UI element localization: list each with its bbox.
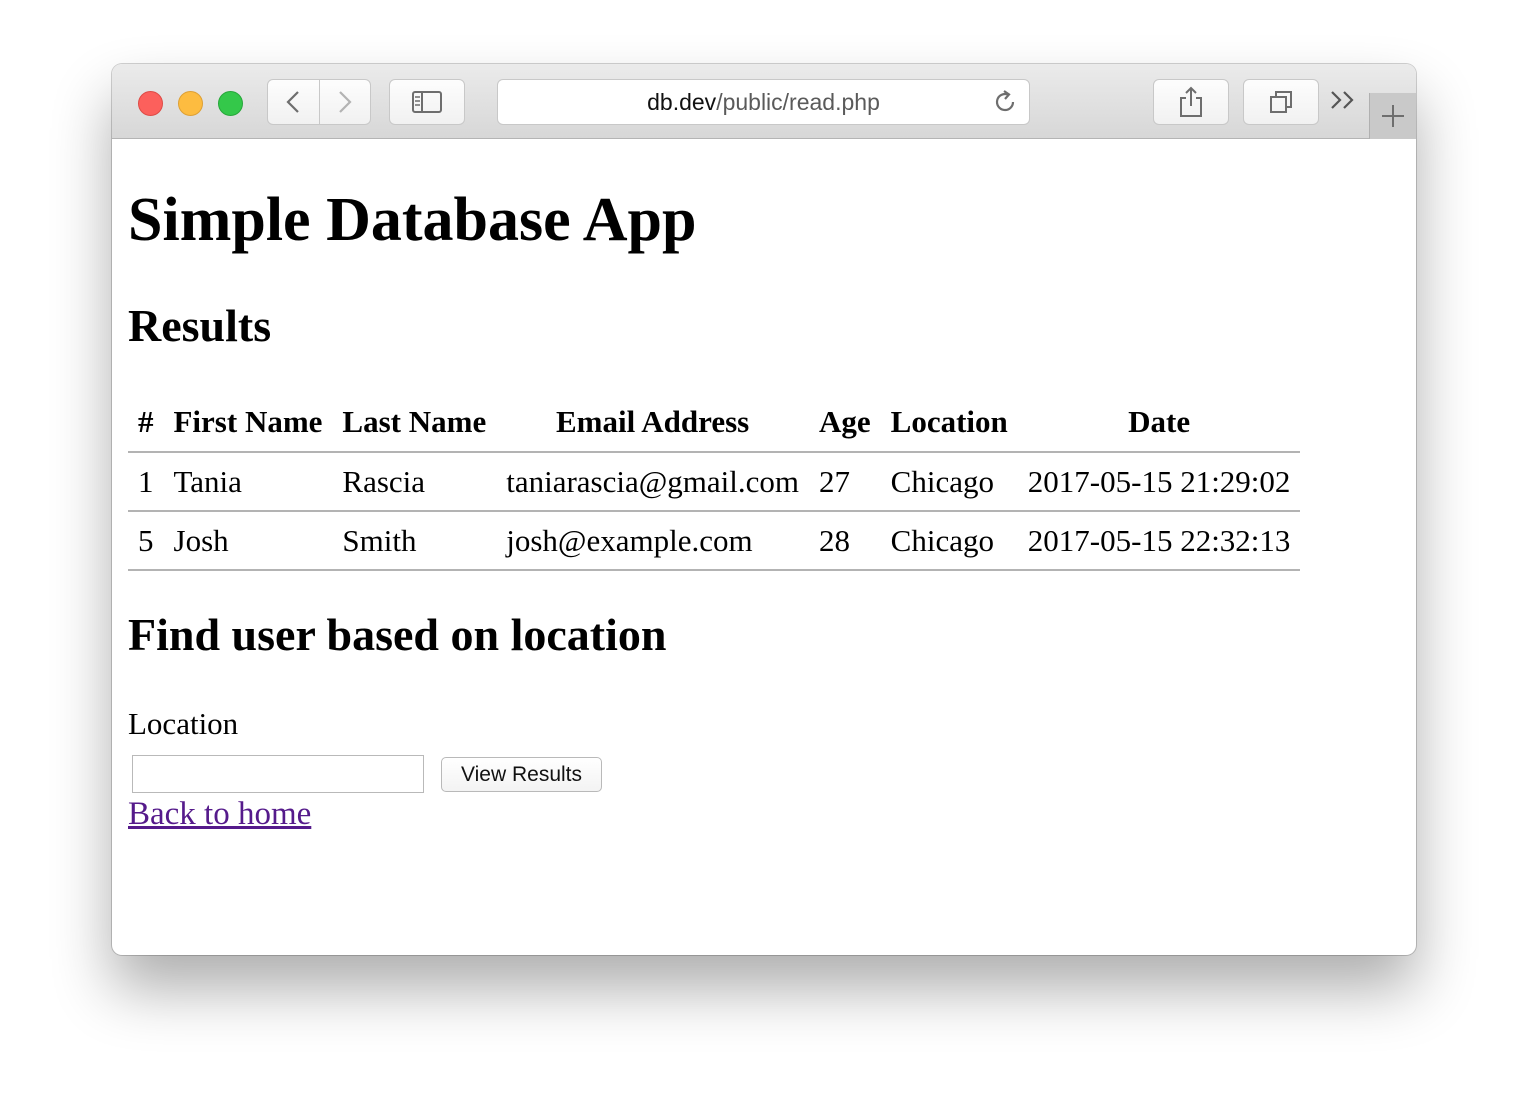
close-window-button[interactable] [138,91,163,116]
page-title: Simple Database App [128,186,697,254]
cell-last-name: Smith [332,511,497,571]
table-row: 1 Tania Rascia taniarascia@gmail.com 27 … [128,452,1301,512]
zoom-window-button[interactable] [218,91,243,116]
table-row: 5 Josh Smith josh@example.com 28 Chicago… [128,511,1301,571]
cell-location: Chicago [880,511,1018,571]
url-host: db.dev [647,89,717,115]
address-bar[interactable]: db.dev/public/read.php [497,79,1030,125]
column-header-id: # [128,393,164,453]
table-header-row: # First Name Last Name Email Address Age… [128,393,1301,453]
forward-button[interactable] [318,80,371,124]
cell-email: taniarascia@gmail.com [496,452,810,512]
column-header-email: Email Address [496,393,810,453]
find-user-heading: Find user based on location [128,609,667,660]
share-button[interactable] [1153,79,1229,125]
cell-last-name: Rascia [332,452,497,512]
double-chevron-right-icon[interactable] [1329,88,1357,112]
location-label: Location [128,706,239,741]
url-text: db.dev/public/read.php [498,89,1029,116]
back-to-home-link[interactable]: Back to home [128,796,311,833]
cell-id: 5 [128,511,164,571]
browser-toolbar: db.dev/public/read.php [112,64,1416,139]
new-tab-button[interactable] [1369,93,1416,139]
browser-window: db.dev/public/read.php Simple Database A… [112,64,1416,955]
minimize-window-button[interactable] [178,91,203,116]
column-header-first-name: First Name [163,393,333,453]
cell-first-name: Tania [163,452,333,512]
view-results-button[interactable]: View Results [441,757,602,792]
cell-age: 28 [809,511,881,571]
url-path: /public/read.php [716,89,880,115]
results-table: # First Name Last Name Email Address Age… [128,393,1301,571]
share-icon [1180,86,1202,117]
navigation-buttons [267,79,371,125]
tabs-icon [1270,91,1292,113]
location-input[interactable] [132,755,424,793]
cell-age: 27 [809,452,881,512]
plus-icon [1382,105,1404,127]
chevron-left-icon [286,91,300,113]
sidebar-icon [412,91,442,113]
cell-location: Chicago [880,452,1018,512]
cell-email: josh@example.com [496,511,810,571]
show-tabs-button[interactable] [1243,79,1319,125]
cell-date: 2017-05-15 22:32:13 [1017,511,1301,571]
chevron-right-icon [338,91,352,113]
column-header-date: Date [1017,393,1301,453]
results-heading: Results [128,300,272,351]
column-header-location: Location [880,393,1018,453]
sidebar-toggle-button[interactable] [389,79,465,125]
cell-first-name: Josh [163,511,333,571]
cell-id: 1 [128,452,164,512]
reload-icon[interactable] [991,88,1019,116]
column-header-age: Age [809,393,881,453]
back-button[interactable] [268,80,319,124]
column-header-last-name: Last Name [332,393,497,453]
cell-date: 2017-05-15 21:29:02 [1017,452,1301,512]
